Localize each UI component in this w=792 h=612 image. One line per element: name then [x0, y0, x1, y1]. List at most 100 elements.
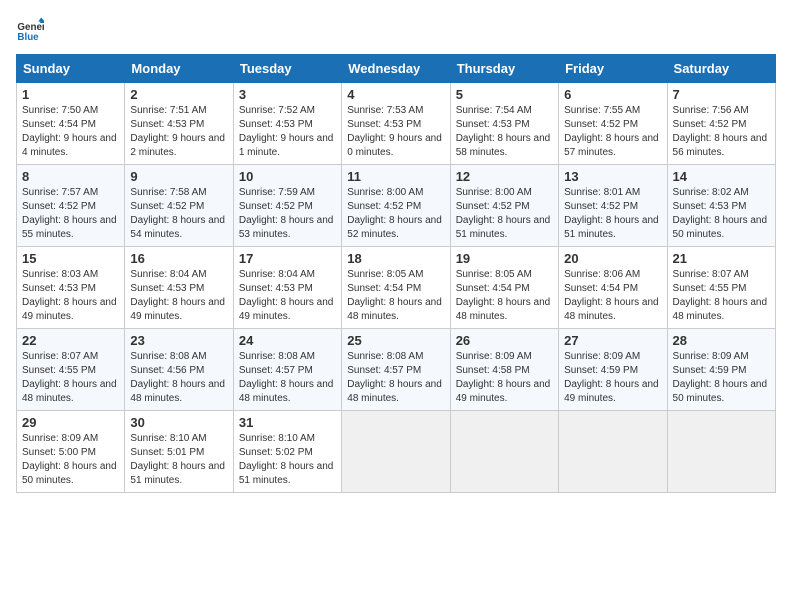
daylight-label: Daylight: 9 hours and 4 minutes.	[22, 133, 117, 158]
daylight-label: Daylight: 8 hours and 51 minutes.	[564, 215, 659, 240]
sunrise-label: Sunrise: 8:00 AM	[347, 187, 423, 198]
day-header-wednesday: Wednesday	[342, 55, 450, 83]
sunrise-label: Sunrise: 8:05 AM	[347, 269, 423, 280]
cell-content: Sunrise: 7:57 AM Sunset: 4:52 PM Dayligh…	[22, 186, 119, 242]
daylight-label: Daylight: 8 hours and 56 minutes.	[673, 133, 768, 158]
cell-content: Sunrise: 8:09 AM Sunset: 4:58 PM Dayligh…	[456, 350, 553, 406]
calendar-cell: 13 Sunrise: 8:01 AM Sunset: 4:52 PM Dayl…	[559, 165, 667, 247]
daylight-label: Daylight: 8 hours and 54 minutes.	[130, 215, 225, 240]
cell-content: Sunrise: 8:07 AM Sunset: 4:55 PM Dayligh…	[22, 350, 119, 406]
sunset-label: Sunset: 4:55 PM	[673, 283, 747, 294]
sunset-label: Sunset: 4:53 PM	[239, 283, 313, 294]
sunset-label: Sunset: 4:53 PM	[456, 119, 530, 130]
sunset-label: Sunset: 5:01 PM	[130, 447, 204, 458]
sunset-label: Sunset: 4:54 PM	[22, 119, 96, 130]
sunset-label: Sunset: 4:52 PM	[130, 201, 204, 212]
cell-content: Sunrise: 8:09 AM Sunset: 4:59 PM Dayligh…	[564, 350, 661, 406]
sunrise-label: Sunrise: 7:51 AM	[130, 105, 206, 116]
cell-content: Sunrise: 8:08 AM Sunset: 4:57 PM Dayligh…	[239, 350, 336, 406]
calendar-cell: 24 Sunrise: 8:08 AM Sunset: 4:57 PM Dayl…	[233, 329, 341, 411]
calendar-cell	[559, 411, 667, 493]
daylight-label: Daylight: 8 hours and 50 minutes.	[673, 215, 768, 240]
day-number: 30	[130, 415, 227, 430]
daylight-label: Daylight: 8 hours and 48 minutes.	[673, 297, 768, 322]
daylight-label: Daylight: 8 hours and 49 minutes.	[22, 297, 117, 322]
calendar-cell: 9 Sunrise: 7:58 AM Sunset: 4:52 PM Dayli…	[125, 165, 233, 247]
day-number: 29	[22, 415, 119, 430]
day-number: 7	[673, 87, 770, 102]
day-number: 31	[239, 415, 336, 430]
sunrise-label: Sunrise: 8:09 AM	[456, 351, 532, 362]
daylight-label: Daylight: 8 hours and 57 minutes.	[564, 133, 659, 158]
daylight-label: Daylight: 8 hours and 48 minutes.	[130, 379, 225, 404]
calendar-cell: 29 Sunrise: 8:09 AM Sunset: 5:00 PM Dayl…	[17, 411, 125, 493]
sunrise-label: Sunrise: 7:52 AM	[239, 105, 315, 116]
logo-icon: General Blue	[16, 16, 44, 44]
daylight-label: Daylight: 9 hours and 2 minutes.	[130, 133, 225, 158]
cell-content: Sunrise: 7:51 AM Sunset: 4:53 PM Dayligh…	[130, 104, 227, 160]
calendar-cell: 26 Sunrise: 8:09 AM Sunset: 4:58 PM Dayl…	[450, 329, 558, 411]
daylight-label: Daylight: 8 hours and 58 minutes.	[456, 133, 551, 158]
day-header-tuesday: Tuesday	[233, 55, 341, 83]
sunrise-label: Sunrise: 7:57 AM	[22, 187, 98, 198]
calendar-cell: 5 Sunrise: 7:54 AM Sunset: 4:53 PM Dayli…	[450, 83, 558, 165]
daylight-label: Daylight: 8 hours and 48 minutes.	[347, 297, 442, 322]
calendar-cell: 30 Sunrise: 8:10 AM Sunset: 5:01 PM Dayl…	[125, 411, 233, 493]
week-row-4: 22 Sunrise: 8:07 AM Sunset: 4:55 PM Dayl…	[17, 329, 776, 411]
calendar-cell: 7 Sunrise: 7:56 AM Sunset: 4:52 PM Dayli…	[667, 83, 775, 165]
calendar-cell: 3 Sunrise: 7:52 AM Sunset: 4:53 PM Dayli…	[233, 83, 341, 165]
cell-content: Sunrise: 8:08 AM Sunset: 4:56 PM Dayligh…	[130, 350, 227, 406]
cell-content: Sunrise: 8:09 AM Sunset: 5:00 PM Dayligh…	[22, 432, 119, 488]
cell-content: Sunrise: 8:07 AM Sunset: 4:55 PM Dayligh…	[673, 268, 770, 324]
sunset-label: Sunset: 5:00 PM	[22, 447, 96, 458]
day-number: 1	[22, 87, 119, 102]
sunrise-label: Sunrise: 8:06 AM	[564, 269, 640, 280]
sunset-label: Sunset: 4:57 PM	[239, 365, 313, 376]
sunset-label: Sunset: 4:52 PM	[673, 119, 747, 130]
sunset-label: Sunset: 4:53 PM	[130, 119, 204, 130]
calendar-cell: 8 Sunrise: 7:57 AM Sunset: 4:52 PM Dayli…	[17, 165, 125, 247]
week-row-1: 1 Sunrise: 7:50 AM Sunset: 4:54 PM Dayli…	[17, 83, 776, 165]
daylight-label: Daylight: 8 hours and 51 minutes.	[130, 461, 225, 486]
cell-content: Sunrise: 7:58 AM Sunset: 4:52 PM Dayligh…	[130, 186, 227, 242]
cell-content: Sunrise: 8:05 AM Sunset: 4:54 PM Dayligh…	[347, 268, 444, 324]
calendar-cell: 21 Sunrise: 8:07 AM Sunset: 4:55 PM Dayl…	[667, 247, 775, 329]
cell-content: Sunrise: 8:04 AM Sunset: 4:53 PM Dayligh…	[130, 268, 227, 324]
cell-content: Sunrise: 8:08 AM Sunset: 4:57 PM Dayligh…	[347, 350, 444, 406]
sunset-label: Sunset: 4:53 PM	[347, 119, 421, 130]
logo: General Blue	[16, 16, 48, 44]
calendar-cell	[667, 411, 775, 493]
calendar-cell: 15 Sunrise: 8:03 AM Sunset: 4:53 PM Dayl…	[17, 247, 125, 329]
week-row-2: 8 Sunrise: 7:57 AM Sunset: 4:52 PM Dayli…	[17, 165, 776, 247]
daylight-label: Daylight: 8 hours and 51 minutes.	[456, 215, 551, 240]
cell-content: Sunrise: 8:04 AM Sunset: 4:53 PM Dayligh…	[239, 268, 336, 324]
day-number: 9	[130, 169, 227, 184]
cell-content: Sunrise: 7:50 AM Sunset: 4:54 PM Dayligh…	[22, 104, 119, 160]
sunrise-label: Sunrise: 8:10 AM	[130, 433, 206, 444]
sunset-label: Sunset: 4:55 PM	[22, 365, 96, 376]
sunrise-label: Sunrise: 7:50 AM	[22, 105, 98, 116]
calendar-cell: 14 Sunrise: 8:02 AM Sunset: 4:53 PM Dayl…	[667, 165, 775, 247]
calendar-cell: 4 Sunrise: 7:53 AM Sunset: 4:53 PM Dayli…	[342, 83, 450, 165]
cell-content: Sunrise: 8:09 AM Sunset: 4:59 PM Dayligh…	[673, 350, 770, 406]
cell-content: Sunrise: 7:52 AM Sunset: 4:53 PM Dayligh…	[239, 104, 336, 160]
day-header-thursday: Thursday	[450, 55, 558, 83]
day-number: 16	[130, 251, 227, 266]
daylight-label: Daylight: 8 hours and 50 minutes.	[673, 379, 768, 404]
cell-content: Sunrise: 7:53 AM Sunset: 4:53 PM Dayligh…	[347, 104, 444, 160]
day-number: 15	[22, 251, 119, 266]
day-number: 2	[130, 87, 227, 102]
day-number: 20	[564, 251, 661, 266]
day-number: 25	[347, 333, 444, 348]
sunset-label: Sunset: 4:59 PM	[564, 365, 638, 376]
day-number: 17	[239, 251, 336, 266]
cell-content: Sunrise: 8:10 AM Sunset: 5:01 PM Dayligh…	[130, 432, 227, 488]
sunrise-label: Sunrise: 8:09 AM	[673, 351, 749, 362]
daylight-label: Daylight: 8 hours and 51 minutes.	[239, 461, 334, 486]
sunrise-label: Sunrise: 8:05 AM	[456, 269, 532, 280]
day-header-monday: Monday	[125, 55, 233, 83]
sunset-label: Sunset: 4:53 PM	[673, 201, 747, 212]
sunset-label: Sunset: 4:52 PM	[564, 119, 638, 130]
sunrise-label: Sunrise: 8:08 AM	[239, 351, 315, 362]
day-number: 14	[673, 169, 770, 184]
